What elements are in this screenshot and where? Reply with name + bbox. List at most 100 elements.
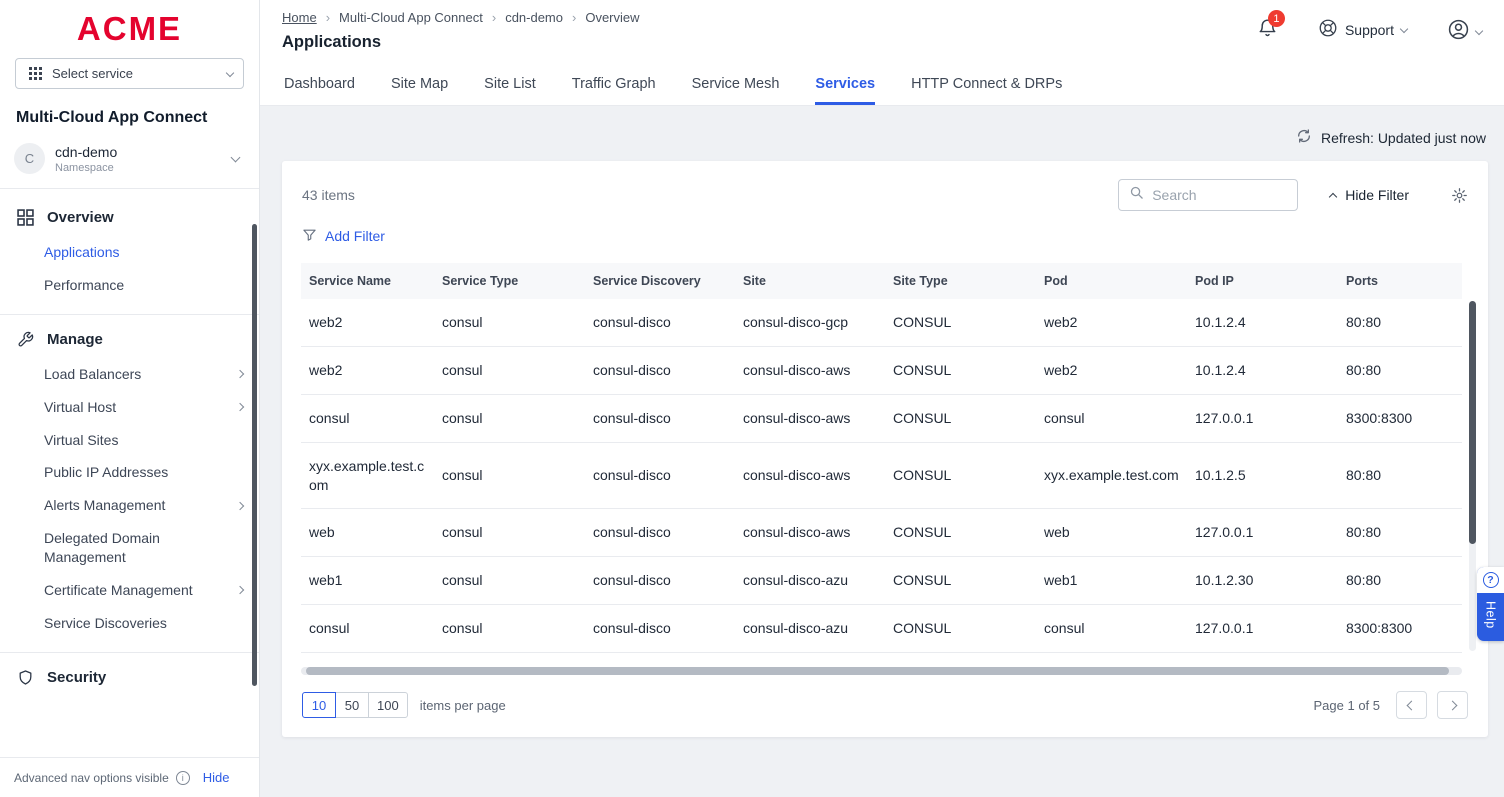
horizontal-scrollbar[interactable] bbox=[306, 667, 1449, 675]
table-row[interactable]: web1 consul consul-disco consul-disco-az… bbox=[301, 557, 1462, 605]
chevron-right-icon bbox=[236, 370, 244, 378]
info-icon[interactable]: i bbox=[176, 771, 190, 785]
top-header: Home Multi-Cloud App Connect cdn-demo Ov… bbox=[260, 0, 1504, 62]
sidebar-item-performance[interactable]: Performance bbox=[0, 269, 259, 302]
table-row[interactable]: xyx.example.test.com consul consul-disco… bbox=[301, 442, 1462, 509]
table-row[interactable]: consul consul consul-disco consul-disco-… bbox=[301, 605, 1462, 653]
sidebar-scrollbar[interactable] bbox=[252, 224, 257, 686]
sidebar-item-delegated-domain-management[interactable]: Delegated Domain Management bbox=[0, 522, 259, 574]
service-selector[interactable]: Select service bbox=[15, 58, 244, 89]
account-menu[interactable] bbox=[1447, 18, 1482, 46]
search-icon bbox=[1129, 185, 1144, 205]
table-row[interactable]: web2 consul consul-disco consul-disco-aw… bbox=[301, 346, 1462, 394]
namespace-sublabel: Namespace bbox=[55, 162, 222, 174]
sidebar-item-certificate-management[interactable]: Certificate Management bbox=[0, 574, 259, 607]
column-header: Service Name bbox=[301, 263, 434, 299]
table-cell: CONSUL bbox=[885, 299, 1036, 346]
tab-site-map[interactable]: Site Map bbox=[391, 76, 448, 105]
sidebar-section-overview[interactable]: Overview bbox=[0, 199, 259, 236]
table-cell: consul-disco bbox=[585, 346, 735, 394]
sidebar-section-manage[interactable]: Manage bbox=[0, 321, 259, 358]
table-cell: consul-disco-azu bbox=[735, 605, 885, 653]
breadcrumb-home[interactable]: Home bbox=[282, 10, 317, 25]
info-glyph: i bbox=[182, 773, 184, 783]
page-size-50-button[interactable]: 50 bbox=[335, 692, 369, 718]
table-cell: 80:80 bbox=[1338, 509, 1462, 557]
table-zone: Service Name Service Type Service Discov… bbox=[301, 263, 1478, 653]
table-row[interactable]: web consul consul-disco consul-disco-aws… bbox=[301, 509, 1462, 557]
sidebar-item-public-ip-addresses[interactable]: Public IP Addresses bbox=[0, 456, 259, 489]
filter-funnel-icon bbox=[302, 227, 317, 245]
table-cell: consul-disco bbox=[585, 557, 735, 605]
vertical-scrollbar[interactable] bbox=[1469, 301, 1476, 544]
add-filter-button[interactable]: Add Filter bbox=[302, 227, 385, 245]
tab-http-connect-drps[interactable]: HTTP Connect & DRPs bbox=[911, 76, 1062, 105]
refresh-row: Refresh: Updated just now bbox=[282, 106, 1488, 161]
sidebar-item-applications[interactable]: Applications bbox=[0, 236, 259, 269]
support-menu[interactable]: Support bbox=[1318, 18, 1407, 41]
next-page-button[interactable] bbox=[1437, 691, 1468, 719]
table-row[interactable]: consul consul consul-disco consul-disco-… bbox=[301, 394, 1462, 442]
refresh-button[interactable]: Refresh: Updated just now bbox=[1296, 128, 1486, 147]
search-input[interactable] bbox=[1152, 187, 1287, 203]
tab-services[interactable]: Services bbox=[815, 76, 875, 105]
table-cell: consul bbox=[1036, 605, 1187, 653]
services-table-card: 43 items Hide Filter bbox=[282, 161, 1488, 737]
apps-grid-icon bbox=[26, 67, 44, 80]
previous-page-button[interactable] bbox=[1396, 691, 1427, 719]
page-size-10-button[interactable]: 10 bbox=[302, 692, 336, 718]
nav-section-security: Security bbox=[0, 652, 259, 704]
sidebar-item-virtual-sites[interactable]: Virtual Sites bbox=[0, 424, 259, 457]
table-header-row: Service Name Service Type Service Discov… bbox=[301, 263, 1462, 299]
table-cell: web2 bbox=[301, 299, 434, 346]
table-cell: consul-disco-aws bbox=[735, 442, 885, 509]
toolbar-right: Hide Filter bbox=[1118, 179, 1468, 211]
table-cell: CONSUL bbox=[885, 394, 1036, 442]
sidebar-item-alerts-management[interactable]: Alerts Management bbox=[0, 489, 259, 522]
notification-badge: 1 bbox=[1268, 10, 1285, 27]
table-cell: 127.0.0.1 bbox=[1187, 605, 1338, 653]
settings-gear-icon[interactable] bbox=[1451, 187, 1468, 204]
refresh-label: Refresh: Updated just now bbox=[1321, 130, 1486, 146]
sidebar-item-service-discoveries[interactable]: Service Discoveries bbox=[0, 607, 259, 640]
table-row[interactable]: web2 consul consul-disco consul-disco-gc… bbox=[301, 299, 1462, 346]
breadcrumb-cdn-demo[interactable]: cdn-demo bbox=[505, 10, 563, 25]
items-per-page-label: items per page bbox=[420, 698, 506, 713]
namespace-selector[interactable]: C cdn-demo Namespace bbox=[0, 141, 259, 189]
breadcrumb: Home Multi-Cloud App Connect cdn-demo Ov… bbox=[282, 10, 640, 25]
help-tab[interactable]: ? Help bbox=[1477, 567, 1504, 641]
tab-site-list[interactable]: Site List bbox=[484, 76, 536, 105]
vertical-scrollbar-track bbox=[1469, 301, 1476, 651]
chevron-up-icon bbox=[1329, 193, 1337, 201]
breadcrumb-separator-icon bbox=[492, 10, 496, 25]
user-account-icon bbox=[1447, 18, 1470, 46]
sidebar-item-label: Public IP Addresses bbox=[44, 463, 168, 482]
table-cell: CONSUL bbox=[885, 442, 1036, 509]
sidebar-item-virtual-host[interactable]: Virtual Host bbox=[0, 391, 259, 424]
chevron-down-icon bbox=[1475, 27, 1483, 35]
pagination-right: Page 1 of 5 bbox=[1314, 691, 1469, 719]
sidebar-item-load-balancers[interactable]: Load Balancers bbox=[0, 358, 259, 391]
notifications-button[interactable]: 1 bbox=[1257, 18, 1278, 44]
hide-filter-button[interactable]: Hide Filter bbox=[1330, 187, 1409, 203]
table-cell: 80:80 bbox=[1338, 442, 1462, 509]
chevron-right-icon bbox=[236, 586, 244, 594]
table-cell: consul-disco bbox=[585, 442, 735, 509]
tab-dashboard[interactable]: Dashboard bbox=[284, 76, 355, 105]
sidebar-item-label: Applications bbox=[44, 243, 120, 262]
acme-logo: ACME bbox=[0, 0, 259, 57]
support-label: Support bbox=[1345, 22, 1394, 38]
sidebar-section-security[interactable]: Security bbox=[0, 659, 259, 696]
page-size-100-button[interactable]: 100 bbox=[368, 692, 408, 718]
table-cell: consul bbox=[301, 394, 434, 442]
search-box bbox=[1118, 179, 1298, 211]
hide-nav-link[interactable]: Hide bbox=[203, 770, 230, 785]
hide-filter-label: Hide Filter bbox=[1345, 187, 1409, 203]
tab-traffic-graph[interactable]: Traffic Graph bbox=[572, 76, 656, 105]
services-table: Service Name Service Type Service Discov… bbox=[301, 263, 1462, 653]
app-title: Multi-Cloud App Connect bbox=[0, 101, 259, 141]
table-cell: web1 bbox=[301, 557, 434, 605]
tab-service-mesh[interactable]: Service Mesh bbox=[692, 76, 780, 105]
breadcrumb-multi-cloud-app-connect[interactable]: Multi-Cloud App Connect bbox=[339, 10, 483, 25]
column-header: Service Type bbox=[434, 263, 585, 299]
